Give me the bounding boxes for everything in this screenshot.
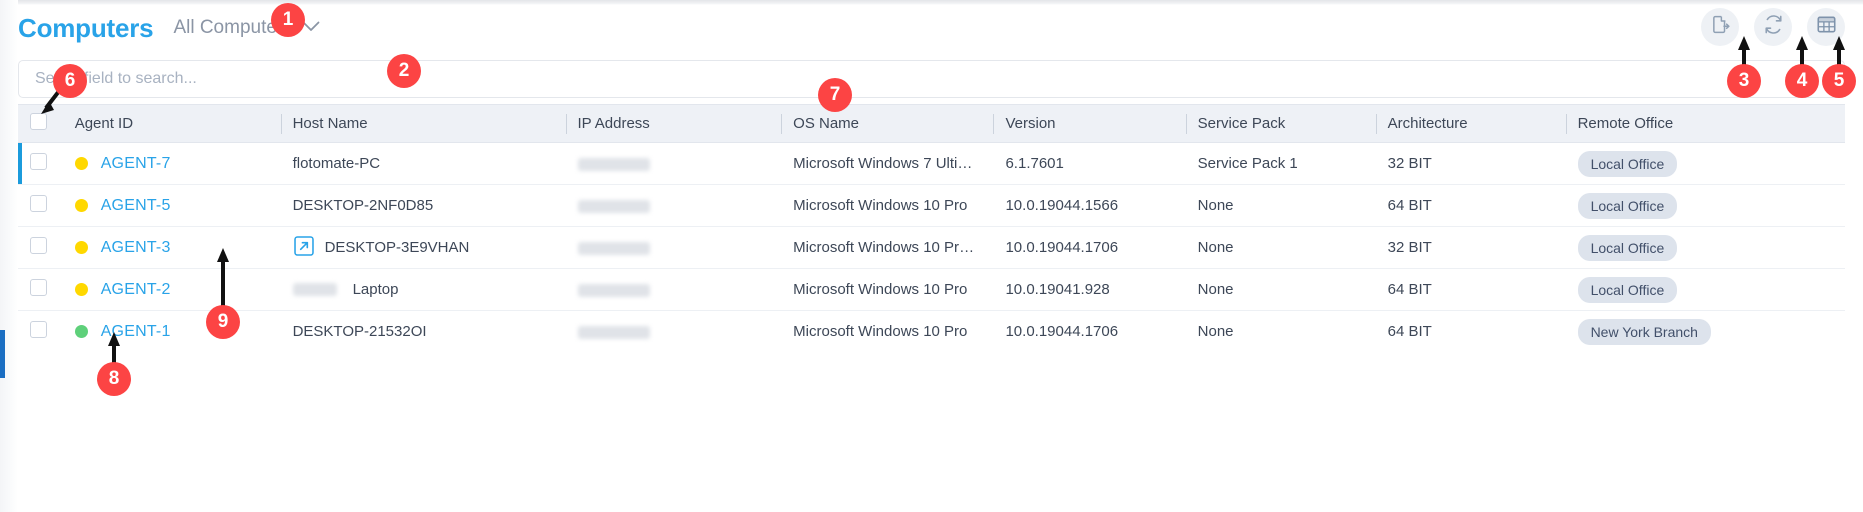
annotation-badge-8: 8 [97,362,131,396]
annotation-badge-3: 3 [1727,64,1761,98]
annotation-badge-5: 5 [1822,64,1856,98]
annotation-badge-4: 4 [1785,64,1819,98]
computers-page: Computers All Computers Select field to … [0,0,1863,512]
annotation-badge-9: 9 [206,305,240,339]
annotation-badge-1: 1 [271,3,305,37]
annotation-badge-6: 6 [53,64,87,98]
annotation-badge-2: 2 [387,54,421,88]
annotation-arrows [41,36,1845,368]
annotation-badge-7: 7 [818,78,852,112]
